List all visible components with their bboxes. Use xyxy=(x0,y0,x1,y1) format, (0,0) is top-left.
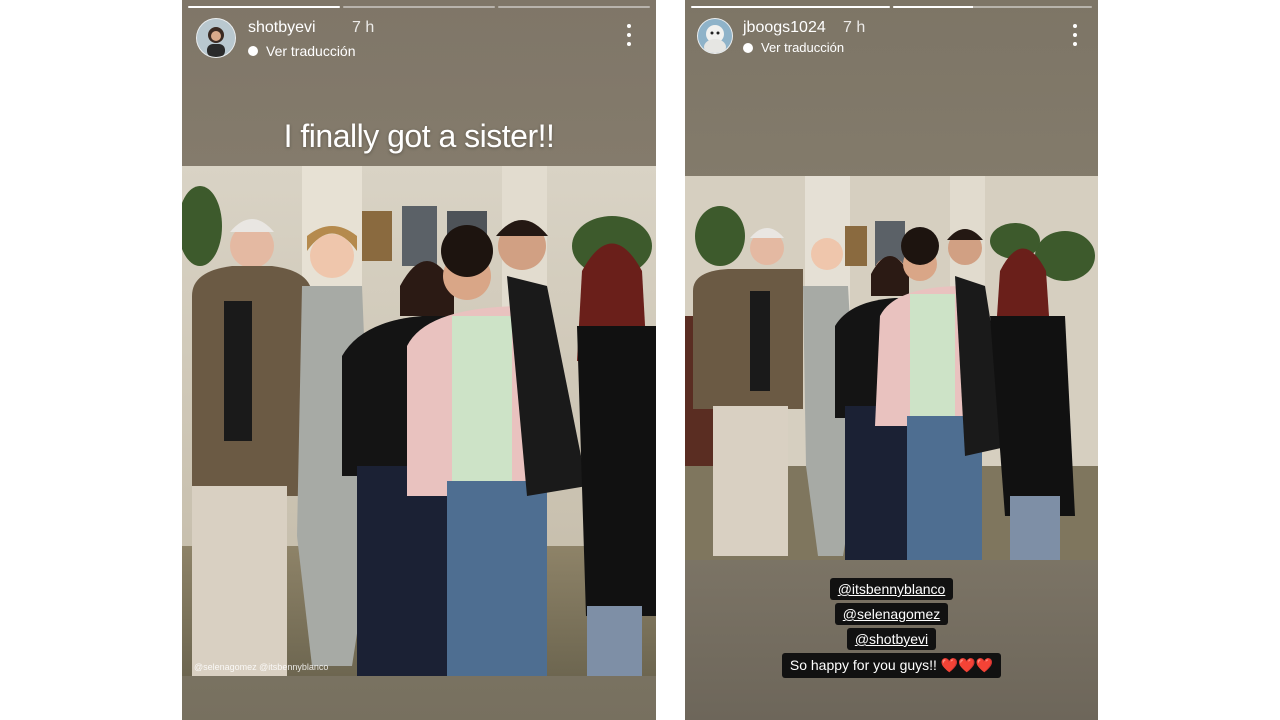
see-translation-label: Ver traducción xyxy=(761,40,845,55)
story-header: shotbyevi 7 h Ver traducción xyxy=(196,18,646,62)
story-progress-bar xyxy=(188,6,650,8)
mention-tag[interactable]: @selenagomez xyxy=(834,603,949,625)
avatar[interactable] xyxy=(697,18,733,54)
story-left[interactable]: shotbyevi 7 h Ver traducción I finally g… xyxy=(182,0,656,720)
story-caption: I finally got a sister!! xyxy=(283,118,555,154)
avatar[interactable] xyxy=(196,18,236,58)
translate-icon xyxy=(743,42,753,53)
story-header: jboogs1024 7 h Ver traducción xyxy=(697,18,1088,62)
progress-segment xyxy=(188,6,340,8)
translate-icon xyxy=(248,46,258,56)
more-vertical-icon[interactable] xyxy=(626,24,632,46)
username[interactable]: shotbyevi xyxy=(248,19,316,37)
username[interactable]: jboogs1024 xyxy=(743,19,826,37)
story-photo xyxy=(685,176,1098,560)
mention-tag[interactable]: @shotbyevi xyxy=(846,628,937,650)
see-translation-label: Ver traducción xyxy=(266,43,356,59)
see-translation-link[interactable]: Ver traducción xyxy=(248,43,356,59)
post-time: 7 h xyxy=(843,19,866,36)
story-progress-bar xyxy=(691,6,1092,8)
progress-segment xyxy=(893,6,1092,8)
story-right[interactable]: jboogs1024 7 h Ver traducción @itsbennyb… xyxy=(685,0,1098,720)
story-text-note: So happy for you guys!! ❤️❤️❤️ xyxy=(781,653,1002,678)
photo-mention-tag[interactable]: @selenagomez @itsbennyblanco xyxy=(194,662,328,672)
mention-tag[interactable]: @itsbennyblanco xyxy=(829,578,954,600)
progress-segment xyxy=(343,6,495,8)
more-vertical-icon[interactable] xyxy=(1072,24,1078,46)
see-translation-link[interactable]: Ver traducción xyxy=(743,40,844,55)
progress-segment xyxy=(498,6,650,8)
progress-segment xyxy=(691,6,890,8)
story-photo: @selenagomez @itsbennyblanco xyxy=(182,166,656,676)
post-time: 7 h xyxy=(352,19,375,36)
mention-stickers: @itsbennyblanco @selenagomez @shotbyevi … xyxy=(685,578,1098,678)
